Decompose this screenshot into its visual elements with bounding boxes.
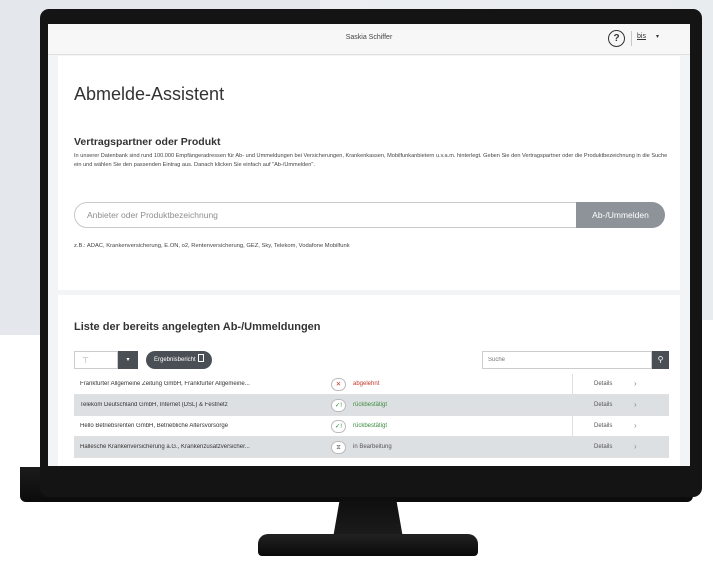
row-divider [572,395,573,416]
table-row[interactable]: Telekom Deutschland GmbH, Internet (DSL)… [74,395,669,416]
filter-dropdown-button[interactable]: ▾ [118,351,138,369]
provider-search-input[interactable] [74,202,577,228]
language-selector[interactable]: bis [637,33,646,40]
list-card: Liste der bereits angelegten Ab-/Ummeldu… [58,295,680,466]
search-card: Abmelde-Assistent Vertragspartner oder P… [58,56,680,290]
monitor-base [258,534,478,556]
confirmed-icon: ✓! [331,399,346,412]
search-icon[interactable]: ⚲ [652,351,669,369]
search-examples: z.B.: ADAC, Krankenversicherung, E.ON, o… [74,243,350,249]
row-divider [572,437,573,458]
row-status: rückbestätigt [353,423,388,429]
section-description: In unserer Datenbank sind rund 100.000 E… [74,153,668,168]
chevron-right-icon[interactable]: › [634,379,637,388]
stage: Saskia Schiffer ? bis ▾ Abmelde-Assisten… [0,0,713,568]
search-row: Ab-/Ummelden [74,202,665,228]
table-row[interactable]: Frankfurter Allgemeine Zeitung GmbH, Fra… [74,374,669,395]
registration-list: Frankfurter Allgemeine Zeitung GmbH, Fra… [74,374,669,458]
chevron-right-icon[interactable]: › [634,442,637,451]
list-title: Liste der bereits angelegten Ab-/Ummeldu… [74,321,321,333]
row-divider [572,416,573,437]
details-link[interactable]: Details [594,402,612,408]
top-bar: Saskia Schiffer ? bis ▾ [48,24,690,55]
help-icon[interactable]: ? [608,30,625,47]
confirmed-icon: ✓! [331,420,346,433]
row-name: Hello Betriebsrenten GmbH, Betriebliche … [80,423,229,429]
filter-icon: ⊤ [82,356,89,365]
report-button[interactable]: Ergebnisbericht [146,351,212,369]
user-name: Saskia Schiffer [345,34,393,41]
details-link[interactable]: Details [594,381,612,387]
row-name: Frankfurter Allgemeine Zeitung GmbH, Fra… [80,381,250,387]
rejected-icon: ✕ [331,378,346,391]
header-divider [631,31,632,46]
chevron-right-icon[interactable]: › [634,421,637,430]
hourglass-icon: ⧖ [331,441,346,454]
row-status: abgelehnt [353,381,380,387]
section-title: Vertragspartner oder Produkt [74,136,221,148]
filter-select[interactable]: ⊤ [74,351,118,369]
table-row[interactable]: Hallesche Krankenversicherung a.G., Kran… [74,437,669,458]
details-link[interactable]: Details [594,444,612,450]
list-toolbar: ⊤ ▾ Ergebnisbericht ⚲ [74,350,669,370]
document-icon [197,354,204,362]
app-screen: Saskia Schiffer ? bis ▾ Abmelde-Assisten… [48,24,690,466]
row-status: in Bearbeitung [353,444,392,450]
details-link[interactable]: Details [594,423,612,429]
monitor-neck [333,498,403,538]
report-button-label: Ergebnisbericht [154,357,196,363]
list-search-input[interactable] [482,351,652,369]
page-title: Abmelde-Assistent [74,84,225,104]
table-row[interactable]: Hello Betriebsrenten GmbH, Betriebliche … [74,416,669,437]
row-divider [572,374,573,395]
chevron-down-icon[interactable]: ▾ [656,33,659,40]
submit-button[interactable]: Ab-/Ummelden [576,202,665,228]
chevron-right-icon[interactable]: › [634,400,637,409]
row-name: Hallesche Krankenversicherung a.G., Kran… [80,444,250,450]
row-status: rückbestätigt [353,402,388,408]
row-name: Telekom Deutschland GmbH, Internet (DSL)… [80,402,228,408]
